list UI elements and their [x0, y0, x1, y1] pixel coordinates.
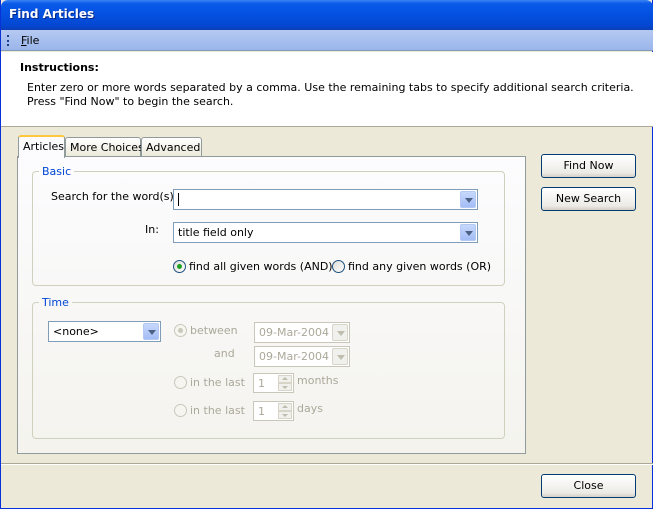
time-period-dropdown-icon[interactable]	[143, 323, 159, 340]
close-button[interactable]: Close	[541, 474, 636, 498]
toolbar-grip-icon[interactable]	[7, 35, 10, 46]
time-period-combo[interactable]: <none>	[48, 321, 161, 342]
time-period-value: <none>	[53, 325, 99, 338]
new-search-button[interactable]: New Search	[541, 187, 636, 211]
date-from-value: 09-Mar-2004	[259, 326, 329, 339]
months-value: 1	[258, 377, 265, 390]
days-label: days	[297, 402, 323, 415]
days-value: 1	[258, 405, 265, 418]
find-now-button[interactable]: Find Now	[541, 154, 636, 178]
window-title: Find Articles	[9, 7, 95, 21]
date-from-dropdown-icon[interactable]	[332, 324, 348, 341]
radio-between[interactable]	[174, 324, 187, 337]
tab-advanced[interactable]: Advanced	[141, 137, 202, 157]
date-from-picker[interactable]: 09-Mar-2004	[254, 322, 350, 343]
tab-more-choices[interactable]: More Choices	[65, 137, 144, 157]
in-field-dropdown-icon[interactable]	[460, 224, 476, 241]
radio-last-days-label: in the last	[190, 404, 245, 417]
menu-bar: File	[1, 30, 653, 51]
in-field-value: title field only	[178, 226, 254, 239]
radio-find-all-label[interactable]: find all given words (AND)	[189, 260, 333, 273]
title-bar[interactable]: Find Articles	[1, 0, 653, 30]
instructions-heading: Instructions:	[20, 61, 99, 74]
tab-advanced-label: Advanced	[146, 141, 201, 154]
date-to-value: 09-Mar-2004	[259, 350, 329, 363]
tab-articles-label: Articles	[23, 140, 65, 153]
instructions-line-2: Press "Find Now" to begin the search.	[27, 95, 234, 108]
find-articles-window: Find Articles File Instructions: Enter z…	[0, 0, 653, 509]
time-group-legend: Time	[42, 296, 69, 309]
months-label: months	[297, 374, 339, 387]
search-words-label: Search for the word(s):	[51, 190, 178, 203]
date-to-dropdown-icon[interactable]	[332, 348, 348, 365]
date-to-picker[interactable]: 09-Mar-2004	[254, 346, 350, 367]
days-up-icon[interactable]	[278, 403, 292, 411]
text-caret	[178, 193, 179, 206]
in-label: In:	[145, 223, 159, 236]
radio-last-months[interactable]	[174, 376, 187, 389]
months-up-icon[interactable]	[278, 375, 292, 383]
tab-articles[interactable]: Articles	[18, 135, 65, 158]
radio-last-days[interactable]	[174, 404, 187, 417]
radio-find-any-label[interactable]: find any given words (OR)	[348, 260, 491, 273]
radio-between-label: between	[190, 324, 238, 337]
and-label: and	[214, 347, 235, 360]
search-words-combo[interactable]	[173, 189, 478, 210]
instructions-panel: Instructions: Enter zero or more words s…	[1, 52, 653, 127]
bottom-divider	[1, 463, 653, 465]
in-field-combo[interactable]: title field only	[173, 222, 478, 243]
radio-find-all[interactable]	[173, 260, 186, 273]
days-down-icon[interactable]	[278, 411, 292, 419]
months-spinner[interactable]: 1	[253, 373, 294, 393]
instructions-line-1: Enter zero or more words separated by a …	[27, 81, 634, 94]
tab-more-choices-label: More Choices	[70, 141, 144, 154]
radio-last-months-label: in the last	[190, 376, 245, 389]
days-spinner[interactable]: 1	[253, 401, 294, 421]
menu-file[interactable]: File	[21, 34, 39, 47]
months-down-icon[interactable]	[278, 383, 292, 391]
basic-group-legend: Basic	[42, 165, 72, 178]
radio-find-any[interactable]	[332, 260, 345, 273]
articles-tab-panel: Basic Search for the word(s): In: title …	[17, 156, 526, 454]
menu-file-label: ile	[26, 34, 40, 47]
search-words-dropdown-icon[interactable]	[460, 191, 476, 208]
